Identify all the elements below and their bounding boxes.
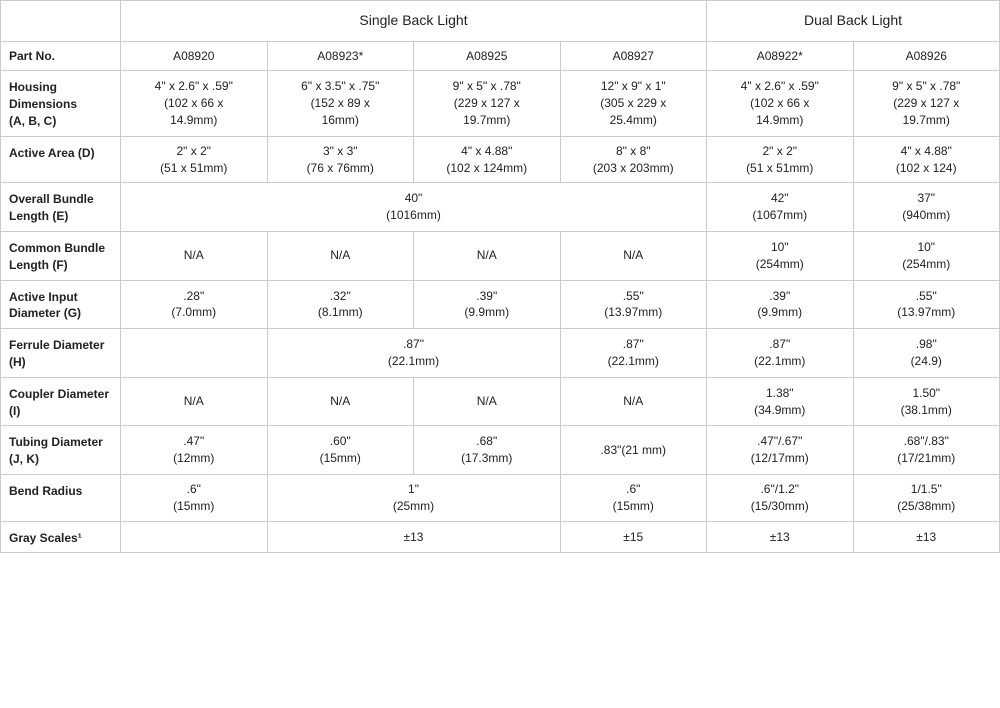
- cell-active-d1: 2" x 2"(51 x 51mm): [707, 136, 854, 183]
- cell-tubing-d1: .47"/.67"(12/17mm): [707, 426, 854, 475]
- cell-housing-s1: 4" x 2.6" x .59"(102 x 66 x14.9mm): [121, 71, 268, 136]
- cell-active-s1: 2" x 2"(51 x 51mm): [121, 136, 268, 183]
- cell-bundle-common-s1: N/A: [121, 231, 268, 280]
- single-back-light-header: Single Back Light: [121, 1, 707, 42]
- cell-gray-s1: [121, 521, 268, 553]
- cell-coupler-d1: 1.38"(34.9mm): [707, 377, 854, 426]
- row-label-bend: Bend Radius: [1, 474, 121, 521]
- table-row: HousingDimensions(A, B, C) 4" x 2.6" x .…: [1, 71, 1000, 136]
- cell-bundle-overall-d1: 42"(1067mm): [707, 183, 854, 232]
- cell-active-s3: 4" x 4.88"(102 x 124mm): [414, 136, 561, 183]
- cell-bundle-common-s4: N/A: [560, 231, 707, 280]
- cell-tubing-s4: .83"(21 mm): [560, 426, 707, 475]
- cell-bundle-overall-single: 40"(1016mm): [121, 183, 707, 232]
- dual-back-light-header: Dual Back Light: [707, 1, 1000, 42]
- table-row: Active InputDiameter (G) .28"(7.0mm) .32…: [1, 280, 1000, 329]
- part-no-label: Part No.: [1, 41, 121, 71]
- cell-gray-s23: ±13: [267, 521, 560, 553]
- cell-housing-s4: 12" x 9" x 1"(305 x 229 x25.4mm): [560, 71, 707, 136]
- table-row: Overall BundleLength (E) 40"(1016mm) 42"…: [1, 183, 1000, 232]
- cell-input-diam-d2: .55"(13.97mm): [853, 280, 1000, 329]
- part-a08925: A08925: [414, 41, 561, 71]
- cell-bundle-common-s2: N/A: [267, 231, 414, 280]
- cell-bend-s1: .6"(15mm): [121, 474, 268, 521]
- cell-housing-s2: 6" x 3.5" x .75"(152 x 89 x16mm): [267, 71, 414, 136]
- cell-ferrule-s4: .87"(22.1mm): [560, 329, 707, 378]
- cell-input-diam-s1: .28"(7.0mm): [121, 280, 268, 329]
- group-header-row: Single Back Light Dual Back Light: [1, 1, 1000, 42]
- cell-tubing-s2: .60"(15mm): [267, 426, 414, 475]
- empty-corner: [1, 1, 121, 42]
- cell-gray-s4: ±15: [560, 521, 707, 553]
- cell-coupler-s2: N/A: [267, 377, 414, 426]
- part-a08927: A08927: [560, 41, 707, 71]
- cell-ferrule-d1: .87"(22.1mm): [707, 329, 854, 378]
- row-label-bundle-common: Common BundleLength (F): [1, 231, 121, 280]
- cell-bend-d2: 1/1.5"(25/38mm): [853, 474, 1000, 521]
- cell-active-s4: 8" x 8"(203 x 203mm): [560, 136, 707, 183]
- cell-active-s2: 3" x 3"(76 x 76mm): [267, 136, 414, 183]
- cell-bend-s4: .6"(15mm): [560, 474, 707, 521]
- cell-ferrule-d2: .98"(24.9): [853, 329, 1000, 378]
- cell-input-diam-s4: .55"(13.97mm): [560, 280, 707, 329]
- cell-ferrule-s1: [121, 329, 268, 378]
- cell-tubing-d2: .68"/.83"(17/21mm): [853, 426, 1000, 475]
- part-a08923: A08923*: [267, 41, 414, 71]
- row-label-bundle-overall: Overall BundleLength (E): [1, 183, 121, 232]
- table-row: Ferrule Diameter(H) .87"(22.1mm) .87"(22…: [1, 329, 1000, 378]
- row-label-tubing: Tubing Diameter(J, K): [1, 426, 121, 475]
- cell-bend-s23: 1"(25mm): [267, 474, 560, 521]
- row-label-ferrule: Ferrule Diameter(H): [1, 329, 121, 378]
- cell-bend-d1: .6"/1.2"(15/30mm): [707, 474, 854, 521]
- cell-tubing-s3: .68"(17.3mm): [414, 426, 561, 475]
- row-label-input-diam: Active InputDiameter (G): [1, 280, 121, 329]
- part-a08920: A08920: [121, 41, 268, 71]
- table-row: Bend Radius .6"(15mm) 1"(25mm) .6"(15mm)…: [1, 474, 1000, 521]
- cell-tubing-s1: .47"(12mm): [121, 426, 268, 475]
- cell-housing-d1: 4" x 2.6" x .59"(102 x 66 x14.9mm): [707, 71, 854, 136]
- row-label-active-area: Active Area (D): [1, 136, 121, 183]
- table-row: Tubing Diameter(J, K) .47"(12mm) .60"(15…: [1, 426, 1000, 475]
- cell-input-diam-d1: .39"(9.9mm): [707, 280, 854, 329]
- table-row: Common BundleLength (F) N/A N/A N/A N/A …: [1, 231, 1000, 280]
- cell-gray-d1: ±13: [707, 521, 854, 553]
- cell-housing-s3: 9" x 5" x .78"(229 x 127 x19.7mm): [414, 71, 561, 136]
- cell-housing-d2: 9" x 5" x .78"(229 x 127 x19.7mm): [853, 71, 1000, 136]
- part-number-row: Part No. A08920 A08923* A08925 A08927 A0…: [1, 41, 1000, 71]
- row-label-coupler: Coupler Diameter(I): [1, 377, 121, 426]
- cell-gray-d2: ±13: [853, 521, 1000, 553]
- cell-input-diam-s2: .32"(8.1mm): [267, 280, 414, 329]
- row-label-gray-scales: Gray Scales¹: [1, 521, 121, 553]
- cell-ferrule-s23: .87"(22.1mm): [267, 329, 560, 378]
- cell-coupler-s3: N/A: [414, 377, 561, 426]
- part-a08926: A08926: [853, 41, 1000, 71]
- cell-bundle-common-s3: N/A: [414, 231, 561, 280]
- cell-coupler-s1: N/A: [121, 377, 268, 426]
- cell-input-diam-s3: .39"(9.9mm): [414, 280, 561, 329]
- cell-coupler-s4: N/A: [560, 377, 707, 426]
- cell-active-d2: 4" x 4.88"(102 x 124): [853, 136, 1000, 183]
- cell-bundle-overall-d2: 37"(940mm): [853, 183, 1000, 232]
- table-row: Gray Scales¹ ±13 ±15 ±13 ±13: [1, 521, 1000, 553]
- table-row: Active Area (D) 2" x 2"(51 x 51mm) 3" x …: [1, 136, 1000, 183]
- part-a08922: A08922*: [707, 41, 854, 71]
- table-row: Coupler Diameter(I) N/A N/A N/A N/A 1.38…: [1, 377, 1000, 426]
- cell-bundle-common-d2: 10"(254mm): [853, 231, 1000, 280]
- row-label-housing: HousingDimensions(A, B, C): [1, 71, 121, 136]
- cell-coupler-d2: 1.50"(38.1mm): [853, 377, 1000, 426]
- cell-bundle-common-d1: 10"(254mm): [707, 231, 854, 280]
